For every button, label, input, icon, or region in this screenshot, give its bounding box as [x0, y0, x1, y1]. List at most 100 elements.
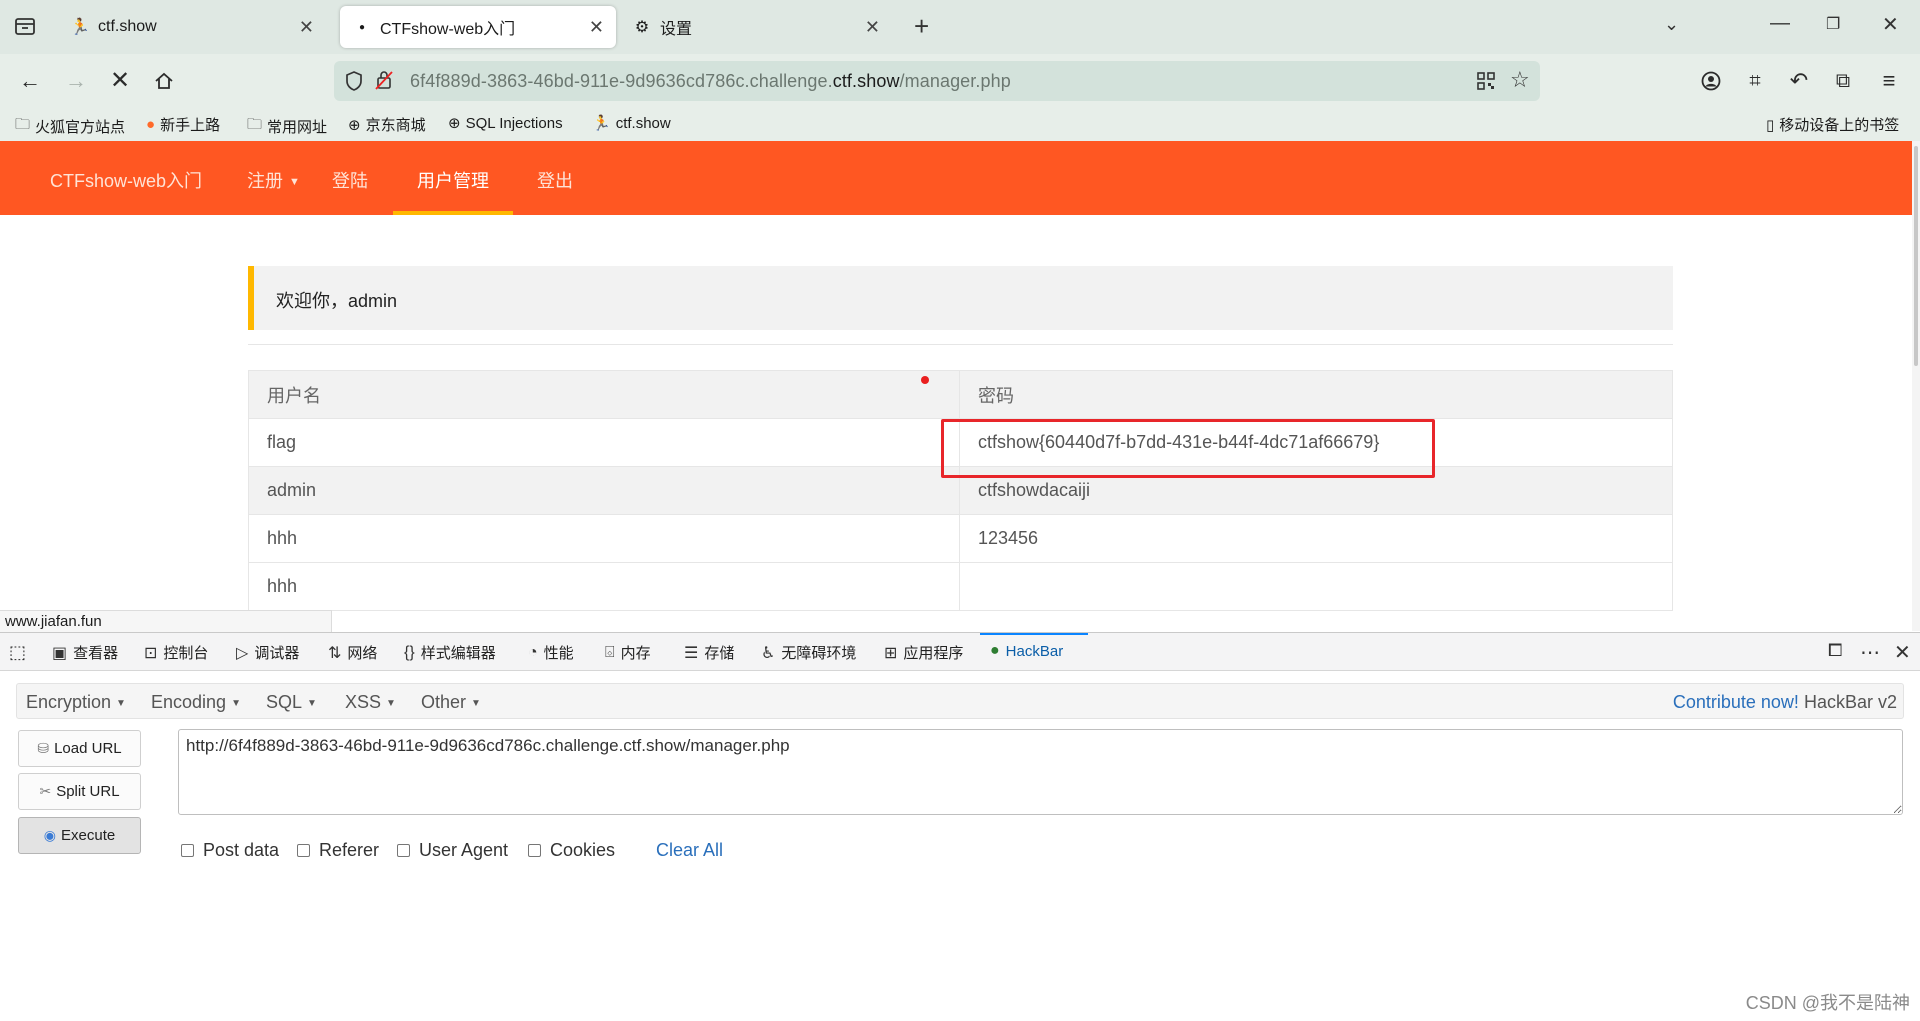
- bookmark-item[interactable]: 🗀 火狐官方站点: [15, 114, 125, 139]
- bookmark-item[interactable]: ● 新手上路: [146, 114, 220, 135]
- bookmark-item[interactable]: 🗀 常用网址: [247, 114, 327, 139]
- status-bar-url: www.jiafan.fun: [0, 610, 332, 632]
- bookmark-item[interactable]: ⊕ 京东商城: [348, 114, 426, 135]
- nav-register[interactable]: 注册 ▼: [247, 167, 300, 193]
- menu-hamburger-icon[interactable]: ≡: [1874, 66, 1904, 96]
- devtools-tab-memory[interactable]: ⌺ 内存: [605, 642, 651, 663]
- qr-code-icon[interactable]: [1476, 71, 1496, 96]
- user-agent-checkbox[interactable]: User Agent: [397, 840, 508, 861]
- tab-label: ctf.show: [98, 18, 157, 35]
- devtools-tab-accessibility[interactable]: ♿ 无障碍环境: [761, 642, 856, 663]
- close-icon[interactable]: ✕: [299, 17, 314, 38]
- nav-logout[interactable]: 登出: [537, 167, 573, 193]
- bookmark-item[interactable]: 🏃 ctf.show: [592, 114, 671, 133]
- restore-button[interactable]: ❐: [1826, 14, 1840, 34]
- caret-down-icon: ▼: [386, 697, 396, 709]
- dock-side-icon[interactable]: ⧠: [1828, 640, 1842, 661]
- site-brand[interactable]: CTFshow-web入门: [50, 167, 202, 193]
- braces-icon: {}: [404, 643, 415, 661]
- close-icon[interactable]: ✕: [865, 17, 880, 38]
- menu-sql[interactable]: SQL ▼: [266, 692, 317, 713]
- close-icon[interactable]: ✕: [589, 17, 604, 38]
- devtools-tab-hackbar[interactable]: ● HackBar: [990, 642, 1063, 660]
- checkbox-box[interactable]: [181, 844, 194, 857]
- globe-icon: ⊕: [448, 115, 461, 132]
- debugger-icon: ▷: [236, 644, 249, 662]
- split-url-button[interactable]: ✂ Split URL: [18, 773, 141, 810]
- post-data-checkbox[interactable]: Post data: [181, 840, 279, 861]
- tab-settings[interactable]: ⚙ 设置 ✕: [620, 6, 892, 48]
- devtools-tab-application[interactable]: ⊞ 应用程序: [884, 642, 963, 663]
- loading-dot-icon: ●: [358, 21, 366, 33]
- mobile-bookmarks[interactable]: ▯ 移动设备上的书签: [1766, 114, 1899, 135]
- browser-tab-strip: 🏃 ctf.show ✕ ● CTFshow-web入门 ✕ ⚙ 设置 ✕ + …: [0, 0, 1920, 54]
- new-tab-button[interactable]: +: [914, 11, 929, 42]
- devtools-tab-style-editor[interactable]: {} 样式编辑器: [404, 642, 496, 663]
- flag-highlight-box: [941, 419, 1435, 478]
- menu-encryption[interactable]: Encryption ▼: [26, 692, 126, 713]
- execute-button[interactable]: ◉ Execute: [18, 817, 141, 854]
- table-row: hhh 123456: [248, 514, 1673, 563]
- devtools-tab-inspector[interactable]: ▣ 查看器: [52, 642, 118, 663]
- navigation-toolbar: ← → ✕ 6f4f889d-3863-46bd-911e-9d9636cd78…: [0, 54, 1920, 108]
- devtools-tab-storage[interactable]: ☰ 存储: [684, 642, 734, 663]
- forward-button[interactable]: →: [61, 66, 91, 96]
- devtools-tab-label: 调试器: [254, 645, 300, 662]
- contribute-link[interactable]: Contribute now!: [1673, 692, 1799, 712]
- menu-encoding[interactable]: Encoding ▼: [151, 692, 241, 713]
- url-text[interactable]: 6f4f889d-3863-46bd-911e-9d9636cd786c.cha…: [410, 71, 1011, 92]
- insecure-lock-icon[interactable]: [374, 69, 394, 96]
- devtools-tab-network[interactable]: ⇅ 网络: [328, 642, 377, 663]
- window-close-button[interactable]: ✕: [1882, 12, 1899, 37]
- more-options-icon[interactable]: ⋯: [1860, 640, 1880, 665]
- gauge-icon: ◔: [528, 643, 538, 661]
- clear-all-link[interactable]: Clear All: [656, 840, 723, 861]
- caret-down-icon: ▼: [307, 697, 317, 709]
- bookmark-star-icon[interactable]: ☆: [1510, 67, 1530, 93]
- bookmark-label: SQL Injections: [465, 114, 563, 132]
- menu-xss[interactable]: XSS ▼: [345, 692, 396, 713]
- ctfshow-runner-icon: 🏃: [592, 115, 611, 132]
- checkbox-box[interactable]: [297, 844, 310, 857]
- list-all-tabs-icon[interactable]: ⌄: [1664, 14, 1679, 35]
- tab-overview-icon[interactable]: [13, 15, 37, 37]
- minimize-button[interactable]: —: [1770, 12, 1790, 35]
- hackbar-version: Contribute now! HackBar v2: [1673, 692, 1897, 713]
- hackbar-url-input[interactable]: http://6f4f889d-3863-46bd-911e-9d9636cd7…: [178, 729, 1903, 815]
- undo-arrow-icon[interactable]: ↶: [1784, 66, 1814, 96]
- tab-ctfshow-web[interactable]: ● CTFshow-web入门 ✕: [340, 6, 616, 48]
- devtools-tab-label: 内存: [620, 645, 651, 662]
- devtools-tabbar: ⬚ ▣ 查看器 ⊡ 控制台 ▷ 调试器 ⇅ 网络 {} 样式编辑器 ◔ 性能 ⌺ 内存 ☰ 存储…: [0, 633, 1920, 671]
- checkbox-box[interactable]: [397, 844, 410, 857]
- bookmark-item[interactable]: ⊕ SQL Injections: [448, 114, 563, 133]
- home-button[interactable]: [149, 66, 179, 96]
- table-row: hhh: [248, 562, 1673, 611]
- table-cell-password: 123456: [959, 514, 1673, 563]
- page-scrollbar-thumb[interactable]: [1914, 146, 1918, 366]
- url-domain: ctf.show: [832, 71, 900, 91]
- load-url-button[interactable]: ⛁ Load URL: [18, 730, 141, 767]
- devtools-tab-performance[interactable]: ◔ 性能: [528, 642, 574, 663]
- address-bar[interactable]: 6f4f889d-3863-46bd-911e-9d9636cd786c.cha…: [334, 61, 1540, 101]
- close-devtools-icon[interactable]: ✕: [1894, 640, 1911, 665]
- hackbar-logo-icon: ●: [990, 642, 1000, 659]
- cookies-checkbox[interactable]: Cookies: [528, 840, 615, 861]
- tab-ctfshow[interactable]: 🏃 ctf.show ✕: [58, 6, 326, 48]
- shield-icon[interactable]: [344, 70, 364, 97]
- screenshot-crop-icon[interactable]: ⌗: [1740, 66, 1770, 96]
- column-header-username: 用户名: [248, 370, 960, 419]
- nav-user-management[interactable]: 用户管理: [417, 167, 489, 193]
- menu-other[interactable]: Other ▼: [421, 692, 481, 713]
- extensions-puzzle-icon[interactable]: ⧉: [1828, 66, 1858, 96]
- account-icon[interactable]: [1696, 66, 1726, 96]
- element-picker-icon[interactable]: ⬚: [9, 642, 26, 663]
- checkbox-box[interactable]: [528, 844, 541, 857]
- stop-button[interactable]: ✕: [105, 66, 135, 96]
- devtools-tab-console[interactable]: ⊡ 控制台: [144, 642, 208, 663]
- referer-checkbox[interactable]: Referer: [297, 840, 379, 861]
- checkbox-label: Cookies: [550, 840, 616, 860]
- back-button[interactable]: ←: [15, 66, 45, 96]
- caret-down-icon: ▼: [471, 697, 481, 709]
- nav-login[interactable]: 登陆: [332, 167, 368, 193]
- devtools-tab-debugger[interactable]: ▷ 调试器: [236, 642, 299, 663]
